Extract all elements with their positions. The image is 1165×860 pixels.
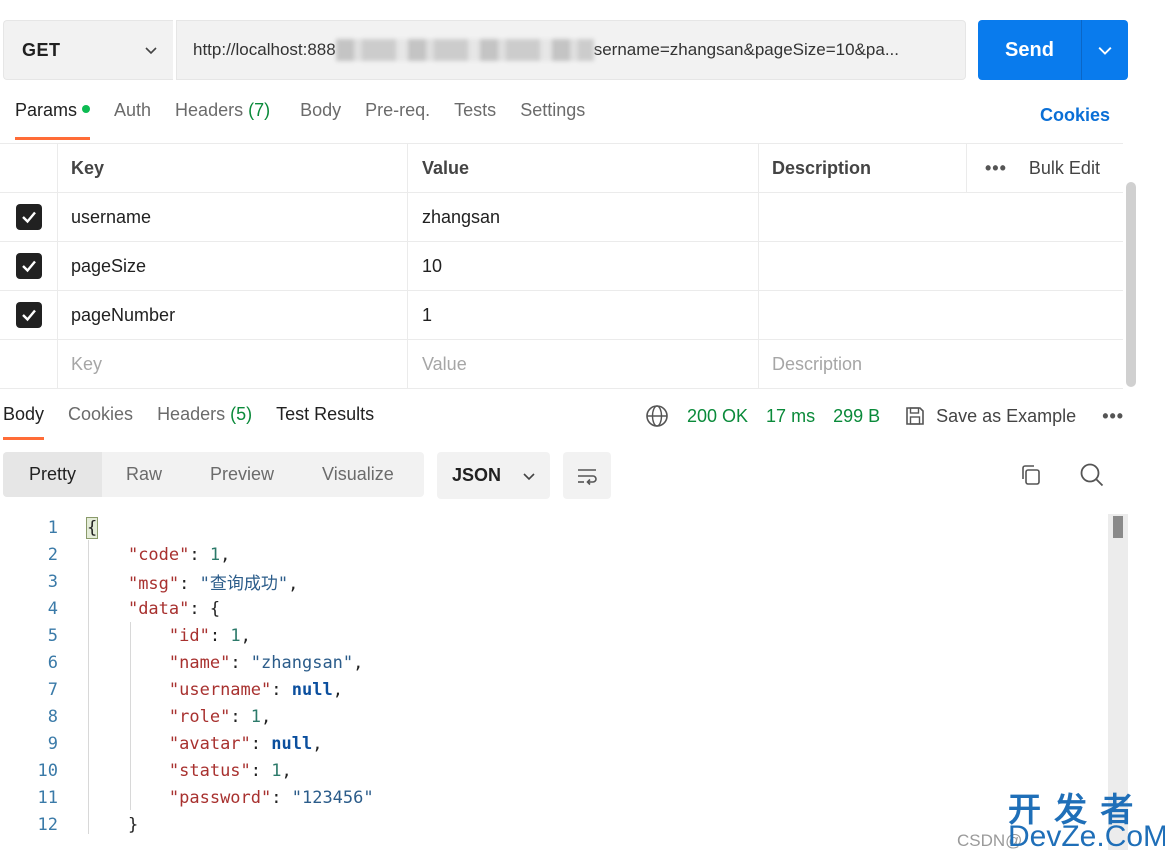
column-key: Key	[58, 144, 408, 192]
view-visualize[interactable]: Visualize	[298, 452, 418, 497]
view-raw[interactable]: Raw	[102, 452, 186, 497]
send-button[interactable]: Send	[978, 20, 1082, 80]
param-key[interactable]: pageNumber	[58, 291, 408, 339]
request-tabs: Params Auth Headers (7) Body Pre-req. Te…	[15, 100, 609, 140]
row-checkbox[interactable]	[15, 204, 42, 230]
send-button-group: Send	[978, 20, 1128, 80]
url-input[interactable]: http://localhost:888 sername=zhangsan&pa…	[176, 20, 966, 80]
tab-headers[interactable]: Headers (7)	[175, 100, 270, 140]
format-select[interactable]: JSON	[437, 452, 550, 499]
tab-settings[interactable]: Settings	[520, 100, 585, 140]
param-description[interactable]	[759, 193, 1123, 241]
param-description[interactable]	[759, 242, 1123, 290]
code-line: 3 "msg": "查询成功",	[47, 571, 299, 595]
code-line: 2 "code": 1,	[47, 544, 231, 565]
response-time[interactable]: 17 ms	[766, 406, 815, 427]
params-header-row: Key Value Description ••• Bulk Edit	[0, 143, 1123, 193]
params-scrollbar[interactable]	[1126, 182, 1136, 387]
watermark-site: DevZe.CoM	[1008, 820, 1165, 853]
response-tabs: Body Cookies Headers (5) Test Results	[3, 404, 398, 440]
view-preview[interactable]: Preview	[186, 452, 298, 497]
tab-response-headers[interactable]: Headers (5)	[157, 404, 252, 440]
chevron-down-icon	[1098, 47, 1112, 55]
row-checkbox[interactable]	[15, 302, 42, 328]
view-pretty[interactable]: Pretty	[3, 452, 102, 497]
wrap-lines-icon	[578, 468, 597, 485]
code-line: 9 "avatar": null,	[47, 733, 323, 754]
chevron-down-icon	[523, 472, 535, 480]
more-options-icon[interactable]: •••	[1102, 406, 1124, 427]
param-value[interactable]: zhangsan	[408, 193, 759, 241]
param-key[interactable]: username	[58, 193, 408, 241]
tab-test-results[interactable]: Test Results	[276, 404, 374, 440]
new-description-input[interactable]: Description	[759, 340, 1123, 388]
tab-body[interactable]: Body	[300, 100, 341, 140]
code-line: 4 "data": {	[47, 598, 221, 619]
method-select[interactable]: GET	[3, 20, 173, 80]
code-line: 5 "id": 1,	[47, 625, 251, 646]
param-value[interactable]: 10	[408, 242, 759, 290]
response-body-code[interactable]: 1{ 2 "code": 1, 3 "msg": "查询成功", 4 "data…	[0, 514, 1105, 850]
code-line: 1{	[47, 516, 99, 539]
bulk-edit-button[interactable]: ••• Bulk Edit	[967, 144, 1123, 192]
more-options-icon[interactable]: •••	[985, 158, 1007, 179]
params-table: Key Value Description ••• Bulk Edit user…	[0, 143, 1123, 389]
table-row-empty: Key Value Description	[0, 340, 1123, 389]
code-scrollbar-thumb[interactable]	[1113, 516, 1123, 538]
wrap-lines-button[interactable]	[563, 452, 611, 499]
tab-auth[interactable]: Auth	[114, 100, 151, 140]
tab-response-body[interactable]: Body	[3, 404, 45, 440]
param-description[interactable]	[759, 291, 1123, 339]
column-description: Description	[759, 144, 967, 192]
check-icon	[21, 211, 36, 224]
cookies-link[interactable]: Cookies	[1040, 105, 1110, 126]
tab-params[interactable]: Params	[15, 100, 91, 140]
save-as-example-button[interactable]: Save as Example	[904, 405, 1076, 427]
code-line: 10 "status": 1,	[37, 760, 292, 781]
bulk-edit-label: Bulk Edit	[1028, 157, 1100, 178]
tab-pre-request[interactable]: Pre-req.	[365, 100, 430, 140]
search-icon[interactable]	[1078, 461, 1106, 489]
url-suffix: sername=zhangsan&pageSize=10&pa...	[593, 40, 899, 59]
code-line: 7 "username": null,	[47, 679, 343, 700]
code-line: 11 "password": "123456"	[37, 787, 374, 808]
new-value-input[interactable]: Value	[408, 340, 759, 388]
new-key-input[interactable]: Key	[58, 340, 408, 388]
param-value[interactable]: 1	[408, 291, 759, 339]
row-checkbox[interactable]	[15, 253, 42, 279]
save-icon	[906, 407, 924, 425]
status-code[interactable]: 200 OK	[687, 406, 748, 427]
check-icon	[21, 309, 36, 322]
copy-icon[interactable]	[1019, 463, 1043, 487]
params-active-dot-icon	[82, 105, 91, 114]
request-url-bar: GET http://localhost:888 sername=zhangsa…	[3, 20, 1128, 80]
code-line: 8 "role": 1,	[47, 706, 272, 727]
view-mode-segmented: Pretty Raw Preview Visualize	[3, 452, 424, 497]
method-label: GET	[22, 39, 61, 60]
column-value: Value	[408, 144, 759, 192]
code-line: 6 "name": "zhangsan",	[47, 652, 364, 673]
url-prefix: http://localhost:888	[193, 40, 336, 59]
response-meta: 200 OK 17 ms 299 B Save as Example •••	[645, 404, 1124, 428]
check-icon	[21, 260, 36, 273]
code-line: 12 }	[37, 814, 139, 835]
globe-icon[interactable]	[645, 404, 669, 428]
chevron-down-icon	[145, 47, 157, 55]
table-row: pageNumber 1	[0, 291, 1123, 340]
tab-response-cookies[interactable]: Cookies	[68, 404, 133, 440]
param-key[interactable]: pageSize	[58, 242, 408, 290]
response-size[interactable]: 299 B	[833, 406, 880, 427]
send-options-button[interactable]	[1082, 20, 1128, 80]
table-row: pageSize 10	[0, 242, 1123, 291]
tab-tests[interactable]: Tests	[454, 100, 496, 140]
table-row: username zhangsan	[0, 193, 1123, 242]
redacted-url-segment	[335, 39, 594, 61]
